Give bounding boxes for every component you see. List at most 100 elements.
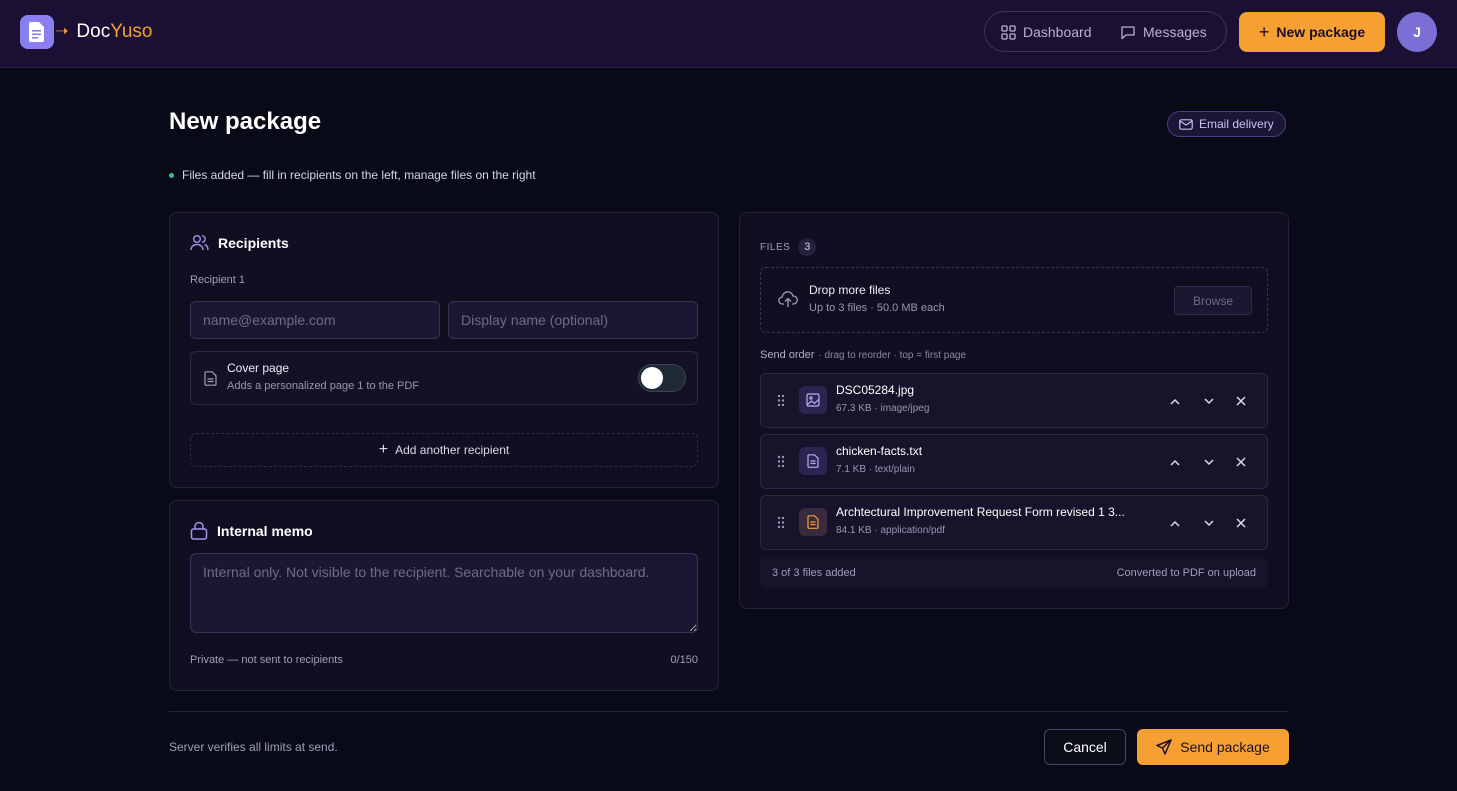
chevron-down-icon — [1204, 397, 1214, 404]
email-delivery-label: Email delivery — [1199, 117, 1274, 131]
file-row[interactable]: chicken-facts.txt 7.1 KB · text/plain — [760, 434, 1268, 489]
cloud-upload-icon — [778, 291, 798, 307]
move-up-button[interactable] — [1166, 453, 1184, 471]
cover-page-toggle[interactable] — [638, 364, 686, 392]
mail-icon — [1179, 118, 1193, 130]
chevron-up-icon — [1170, 520, 1180, 527]
file-meta: 67.3 KB · image/jpeg — [836, 403, 930, 414]
plus-icon: + — [378, 441, 389, 458]
recipient-email-input[interactable] — [190, 301, 440, 339]
message-icon — [1121, 25, 1135, 39]
file-name: DSC05284.jpg — [836, 383, 915, 397]
memo-title: Internal memo — [217, 522, 313, 539]
status-text: Files added — fill in recipients on the … — [182, 168, 536, 182]
cover-page-title: Cover page — [227, 361, 290, 375]
file-row[interactable]: DSC05284.jpg 67.3 KB · image/jpeg — [760, 373, 1268, 428]
toggle-knob — [641, 367, 663, 389]
users-icon — [190, 235, 209, 251]
close-icon — [1236, 396, 1246, 406]
file-dropzone[interactable]: Drop more files Up to 3 files · 50.0 MB … — [760, 267, 1268, 333]
files-count-badge: 3 — [798, 238, 817, 256]
internal-memo-card: Internal memo Private — not sent to reci… — [169, 500, 719, 691]
chevron-down-icon — [1204, 458, 1214, 465]
dropzone-limits: Up to 3 files · 50.0 MB each — [809, 302, 945, 314]
send-icon — [1156, 739, 1172, 755]
status-dot-icon — [169, 172, 174, 178]
dropzone-title: Drop more files — [809, 283, 891, 297]
conversion-note: Converted to PDF on upload — [1116, 567, 1256, 579]
chevron-up-icon — [1170, 398, 1180, 405]
user-avatar[interactable]: J — [1397, 12, 1437, 52]
document-icon — [204, 371, 217, 386]
cancel-button[interactable]: Cancel — [1044, 729, 1126, 765]
plus-icon: + — [1258, 21, 1270, 42]
lock-icon — [190, 521, 208, 540]
recipients-card: Recipients Recipient 1 Cover page Adds a… — [169, 212, 719, 488]
recipients-title: Recipients — [218, 234, 289, 251]
text-file-icon — [799, 447, 827, 475]
drag-handle-icon[interactable] — [777, 455, 785, 468]
move-down-button[interactable] — [1200, 514, 1218, 532]
page-title: New package — [169, 108, 322, 135]
send-package-label: Send package — [1180, 739, 1270, 755]
files-footer: 3 of 3 files added Converted to PDF on u… — [760, 557, 1268, 588]
drag-handle-icon[interactable] — [777, 394, 785, 407]
footer-divider — [169, 711, 1289, 712]
files-heading: FILES 3 — [760, 238, 817, 256]
move-down-button[interactable] — [1200, 453, 1218, 471]
close-icon — [1236, 457, 1246, 467]
email-delivery-badge: Email delivery — [1167, 111, 1286, 137]
memo-privacy-note: Private — not sent to recipients — [190, 654, 343, 666]
move-up-button[interactable] — [1166, 392, 1184, 410]
send-package-button[interactable]: Send package — [1137, 729, 1289, 765]
document-logo-icon — [20, 15, 54, 49]
memo-heading: Internal memo — [190, 521, 313, 540]
send-order-hint: · drag to reorder · top = first page — [818, 350, 967, 361]
status-line: Files added — fill in recipients on the … — [169, 168, 536, 182]
nav-messages-label: Messages — [1143, 24, 1207, 40]
file-row[interactable]: Archtectural Improvement Request Form re… — [760, 495, 1268, 550]
move-up-button[interactable] — [1166, 514, 1184, 532]
add-recipient-button[interactable]: + Add another recipient — [190, 433, 698, 467]
add-recipient-label: Add another recipient — [395, 443, 510, 457]
send-order-title: Send order — [760, 349, 815, 361]
nav-dashboard-label: Dashboard — [1023, 24, 1092, 40]
browse-button[interactable]: Browse — [1174, 286, 1252, 315]
new-package-label: New package — [1276, 24, 1366, 40]
file-name: Archtectural Improvement Request Form re… — [836, 505, 1125, 519]
arrow-right-icon: ➝ — [55, 23, 69, 40]
recipient-display-name-input[interactable] — [448, 301, 698, 339]
send-order-label: Send order · drag to reorder · top = firs… — [760, 349, 966, 361]
recipients-heading: Recipients — [190, 234, 289, 251]
grid-icon — [1001, 24, 1016, 40]
chevron-down-icon — [1204, 519, 1214, 526]
remove-file-button[interactable] — [1232, 514, 1250, 532]
footer-note: Server verifies all limits at send. — [169, 740, 338, 754]
chevron-up-icon — [1170, 459, 1180, 466]
new-package-button[interactable]: + New package — [1239, 12, 1385, 52]
files-card: FILES 3 Drop more files Up to 3 files · … — [739, 212, 1289, 609]
drag-handle-icon[interactable] — [777, 516, 785, 529]
file-meta: 7.1 KB · text/plain — [836, 464, 915, 475]
top-bar: ➝ DocYuso Dashboard Messages + New packa… — [0, 0, 1457, 68]
cover-page-subtitle: Adds a personalized page 1 to the PDF — [227, 380, 420, 392]
file-meta: 84.1 KB · application/pdf — [836, 525, 945, 536]
brand[interactable]: ➝ DocYuso — [20, 15, 152, 49]
internal-memo-textarea[interactable] — [190, 553, 698, 633]
brand-name: DocYuso — [76, 21, 153, 42]
remove-file-button[interactable] — [1232, 392, 1250, 410]
remove-file-button[interactable] — [1232, 453, 1250, 471]
files-label: FILES — [760, 241, 791, 253]
move-down-button[interactable] — [1200, 392, 1218, 410]
recipient-1-label: Recipient 1 — [190, 274, 246, 286]
nav-pill: Dashboard Messages — [984, 11, 1227, 52]
image-icon — [799, 386, 827, 414]
close-icon — [1236, 518, 1246, 528]
memo-char-counter: 0/150 — [670, 654, 698, 666]
nav-messages-link[interactable]: Messages — [1120, 24, 1207, 40]
nav-dashboard-link[interactable]: Dashboard — [1001, 24, 1092, 40]
files-added-count: 3 of 3 files added — [772, 567, 856, 579]
pdf-file-icon — [799, 508, 827, 536]
cover-page-option: Cover page Adds a personalized page 1 to… — [190, 351, 698, 405]
file-name: chicken-facts.txt — [836, 444, 923, 458]
